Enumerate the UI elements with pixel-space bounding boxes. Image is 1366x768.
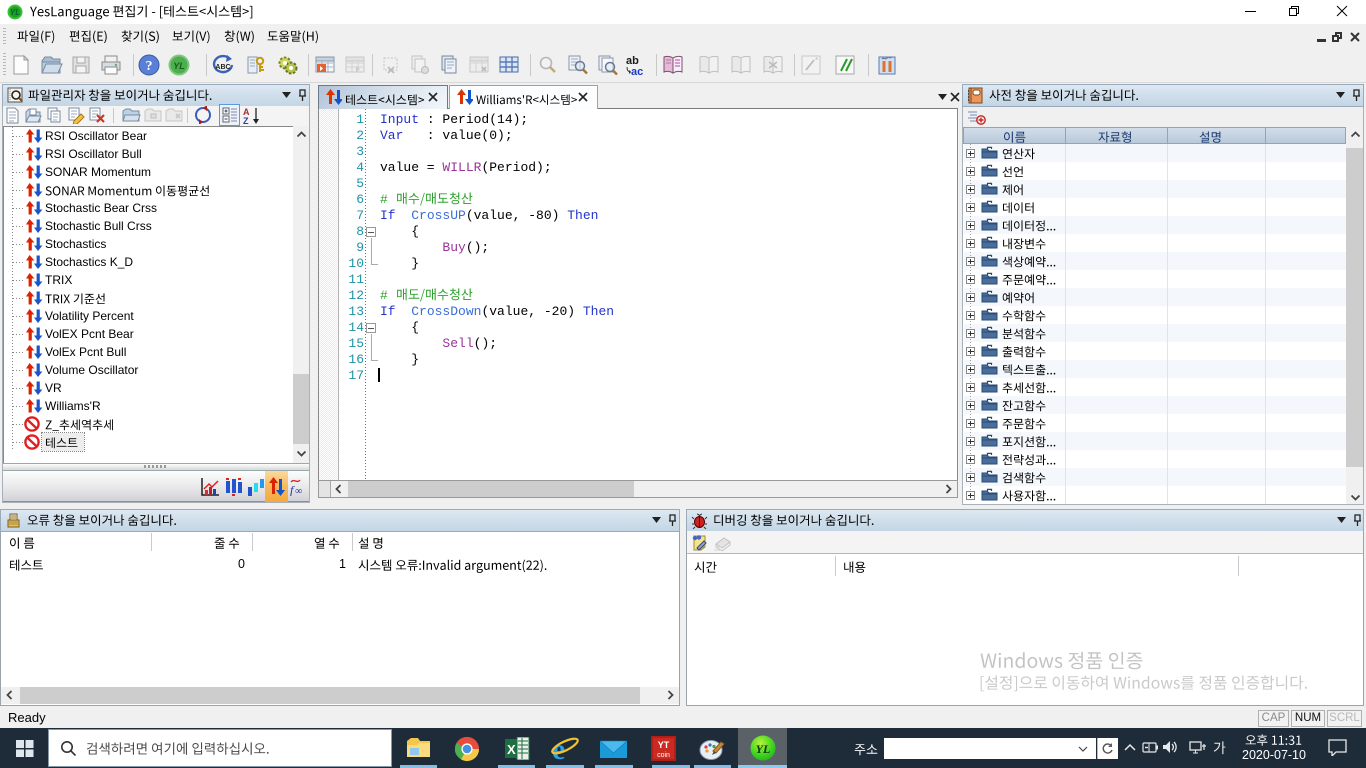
svg-text:ac: ac [631, 66, 643, 77]
svg-text:?: ? [146, 59, 153, 74]
svg-text:coin: coin [657, 752, 670, 759]
svg-text:YL: YL [173, 61, 185, 71]
svg-text:ABC: ABC [215, 64, 230, 71]
svg-text:*: * [815, 56, 818, 65]
svg-text:YT: YT [658, 740, 670, 750]
svg-text:X: X [507, 742, 516, 757]
svg-text:YL: YL [756, 742, 771, 756]
svg-text:YL: YL [10, 8, 20, 17]
svg-text:Z: Z [243, 116, 249, 125]
svg-text:∞: ∞ [295, 486, 302, 496]
